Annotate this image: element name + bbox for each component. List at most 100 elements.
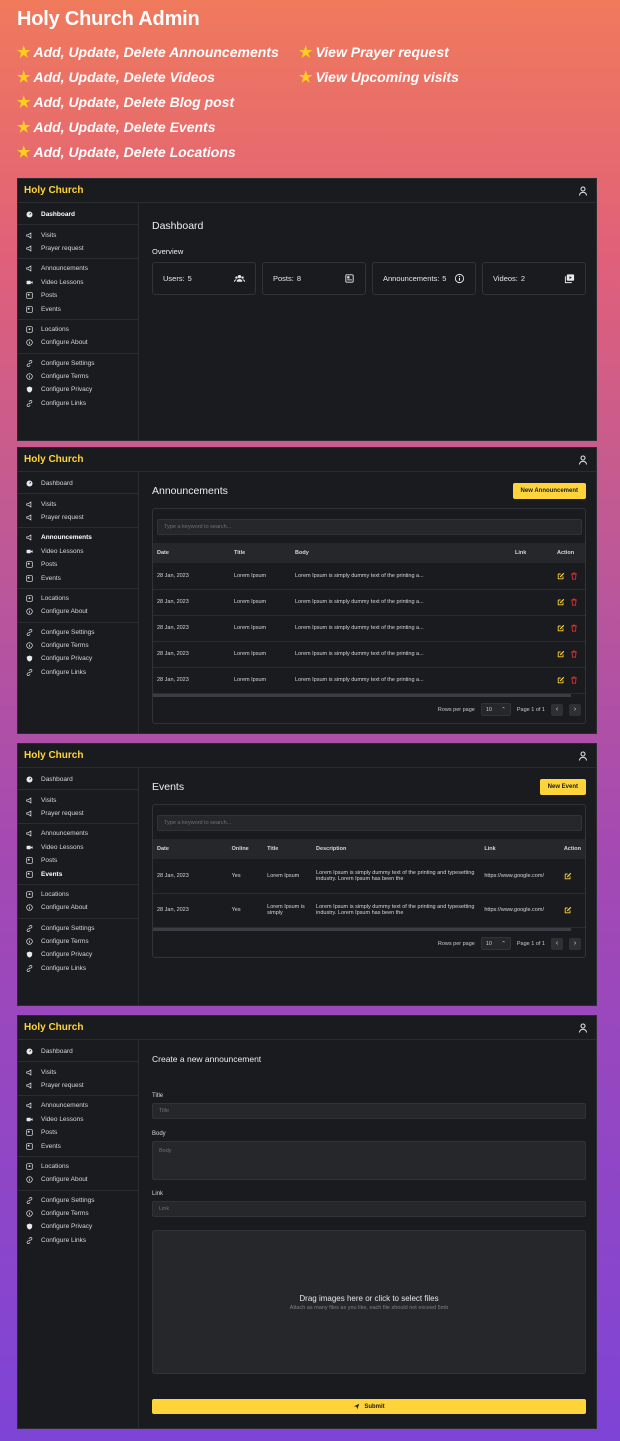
prev-page-button[interactable]: ‹	[551, 937, 563, 950]
user-icon[interactable]	[578, 186, 588, 196]
table-row[interactable]: 28 Jan, 2023 Yes Lorem Ipsum Lorem Ipsum is…	[153, 859, 585, 894]
sidebar-item-configure-about[interactable]: Configure About	[18, 1173, 138, 1186]
sidebar-item-locations[interactable]: Locations	[18, 888, 138, 901]
sidebar-item-visits[interactable]: Visits	[18, 497, 138, 510]
sidebar-item-announcements[interactable]: Announcements	[18, 1099, 138, 1112]
star-icon: ★	[299, 43, 313, 61]
sidebar-item-label: Announcements	[41, 534, 92, 542]
sidebar-item-video-lessons[interactable]: Video Lessons	[18, 1113, 138, 1126]
table-row[interactable]: 28 Jan, 2023 Lorem Ipsum Lorem Ipsum is si…	[153, 641, 585, 668]
new-event-button[interactable]: New Event	[539, 779, 586, 795]
sidebar-item-announcements[interactable]: Announcements	[18, 827, 138, 840]
search-input[interactable]: Type a keyword to search...	[157, 519, 582, 535]
search-input[interactable]: Type a keyword to search...	[157, 815, 582, 831]
user-icon[interactable]	[578, 1023, 588, 1033]
sidebar-item-prayer-request[interactable]: Prayer request	[18, 242, 138, 255]
sidebar-item-video-lessons[interactable]: Video Lessons	[18, 276, 138, 289]
new-announcement-button[interactable]: New Announcement	[512, 483, 586, 499]
sidebar-item-configure-links[interactable]: Configure Links	[18, 1234, 138, 1247]
megaphone-icon	[26, 1102, 41, 1109]
star-icon: ★	[299, 68, 313, 86]
sidebar-item-configure-links[interactable]: Configure Links	[18, 666, 138, 679]
edit-icon[interactable]	[557, 572, 565, 580]
rows-per-page-label: Rows per page	[437, 706, 475, 713]
sidebar-item-configure-about[interactable]: Configure About	[18, 901, 138, 914]
sidebar-item-configure-privacy[interactable]: Configure Privacy	[18, 383, 138, 396]
sidebar-item-dashboard[interactable]: Dashboard	[18, 1045, 138, 1058]
sidebar-item-locations[interactable]: Locations	[18, 323, 138, 336]
sidebar-item-configure-terms[interactable]: Configure Terms	[18, 370, 138, 383]
sidebar-item-locations[interactable]: Locations	[18, 592, 138, 605]
edit-icon[interactable]	[557, 650, 565, 658]
delete-icon[interactable]	[570, 676, 578, 684]
rows-per-page-select[interactable]: 10 ⌃	[480, 703, 511, 716]
sidebar-item-visits[interactable]: Visits	[18, 793, 138, 806]
sidebar-item-posts[interactable]: Posts	[18, 1126, 138, 1139]
submit-button[interactable]: Submit	[152, 1399, 586, 1414]
sidebar-item-announcements[interactable]: Announcements	[18, 531, 138, 544]
sidebar-item-events[interactable]: Events	[18, 867, 138, 880]
sidebar-item-visits[interactable]: Visits	[18, 228, 138, 241]
sidebar-item-configure-terms[interactable]: Configure Terms	[18, 1207, 138, 1220]
next-page-button[interactable]: ›	[569, 703, 581, 716]
sidebar-item-video-lessons[interactable]: Video Lessons	[18, 545, 138, 558]
sidebar-item-label: Configure Privacy	[41, 1223, 93, 1231]
sidebar-item-prayer-request[interactable]: Prayer request	[18, 511, 138, 524]
table-row[interactable]: 28 Jan, 2023 Lorem Ipsum Lorem Ipsum is si…	[153, 589, 585, 616]
sidebar-item-posts[interactable]: Posts	[18, 558, 138, 571]
table-row[interactable]: 28 Jan, 2023 Lorem Ipsum Lorem Ipsum is si…	[153, 563, 585, 590]
user-icon[interactable]	[578, 455, 588, 465]
delete-icon[interactable]	[570, 650, 578, 658]
sidebar-item-visits[interactable]: Visits	[18, 1065, 138, 1078]
sidebar-item-configure-about[interactable]: Configure About	[18, 605, 138, 618]
body-textarea[interactable]: Body	[152, 1141, 586, 1180]
sidebar-item-configure-privacy[interactable]: Configure Privacy	[18, 1220, 138, 1233]
delete-icon[interactable]	[570, 598, 578, 606]
sidebar-item-events[interactable]: Events	[18, 1139, 138, 1152]
sidebar-item-announcements[interactable]: Announcements	[18, 262, 138, 275]
link-input[interactable]: Link	[152, 1201, 586, 1217]
edit-icon[interactable]	[557, 624, 565, 632]
sidebar-item-dashboard[interactable]: Dashboard	[18, 477, 138, 490]
sidebar-item-dashboard[interactable]: Dashboard	[18, 208, 138, 221]
sidebar-item-configure-privacy[interactable]: Configure Privacy	[18, 948, 138, 961]
sidebar-item-prayer-request[interactable]: Prayer request	[18, 1079, 138, 1092]
table-row[interactable]: 28 Jan, 2023 Yes Lorem Ipsum is simply Lore…	[153, 893, 585, 928]
sidebar-group: Announcements Video Lessons Posts Events	[18, 528, 138, 589]
sidebar-item-configure-settings[interactable]: Configure Settings	[18, 626, 138, 639]
sidebar-item-configure-terms[interactable]: Configure Terms	[18, 935, 138, 948]
sidebar-item-configure-links[interactable]: Configure Links	[18, 962, 138, 975]
sidebar-item-configure-settings[interactable]: Configure Settings	[18, 1194, 138, 1207]
delete-icon[interactable]	[570, 572, 578, 580]
image-dropzone[interactable]: Drag images here or click to select file…	[152, 1230, 586, 1374]
table-row[interactable]: 28 Jan, 2023 Lorem Ipsum Lorem Ipsum is si…	[153, 667, 585, 694]
table-row[interactable]: 28 Jan, 2023 Lorem Ipsum Lorem Ipsum is si…	[153, 615, 585, 642]
rows-per-page-select[interactable]: 10 ⌃	[480, 937, 511, 950]
sidebar-item-configure-settings[interactable]: Configure Settings	[18, 357, 138, 370]
prev-page-button[interactable]: ‹	[551, 703, 563, 716]
sidebar-item-events[interactable]: Events	[18, 302, 138, 315]
sidebar-item-configure-links[interactable]: Configure Links	[18, 397, 138, 410]
sidebar-item-configure-terms[interactable]: Configure Terms	[18, 639, 138, 652]
sidebar-item-prayer-request[interactable]: Prayer request	[18, 807, 138, 820]
edit-icon[interactable]	[564, 872, 572, 880]
sidebar-item-configure-settings[interactable]: Configure Settings	[18, 922, 138, 935]
edit-icon[interactable]	[557, 676, 565, 684]
sidebar-item-events[interactable]: Events	[18, 571, 138, 584]
edit-icon[interactable]	[564, 906, 572, 914]
edit-icon[interactable]	[557, 598, 565, 606]
delete-icon[interactable]	[570, 624, 578, 632]
sidebar-group: Configure Settings Configure Terms Configu…	[18, 1191, 138, 1251]
sidebar-item-locations[interactable]: Locations	[18, 1160, 138, 1173]
sidebar-item-dashboard[interactable]: Dashboard	[18, 773, 138, 786]
sidebar-item-posts[interactable]: Posts	[18, 854, 138, 867]
sidebar-item-video-lessons[interactable]: Video Lessons	[18, 841, 138, 854]
sidebar-item-configure-about[interactable]: Configure About	[18, 336, 138, 349]
title-input[interactable]: Title	[152, 1103, 586, 1119]
table-cell: 28 Jan, 2023	[153, 667, 230, 694]
next-page-button[interactable]: ›	[569, 937, 581, 950]
sidebar-item-configure-privacy[interactable]: Configure Privacy	[18, 652, 138, 665]
sidebar-group: Announcements Video Lessons Posts Events	[18, 1096, 138, 1157]
user-icon[interactable]	[578, 751, 588, 761]
sidebar-item-posts[interactable]: Posts	[18, 289, 138, 302]
